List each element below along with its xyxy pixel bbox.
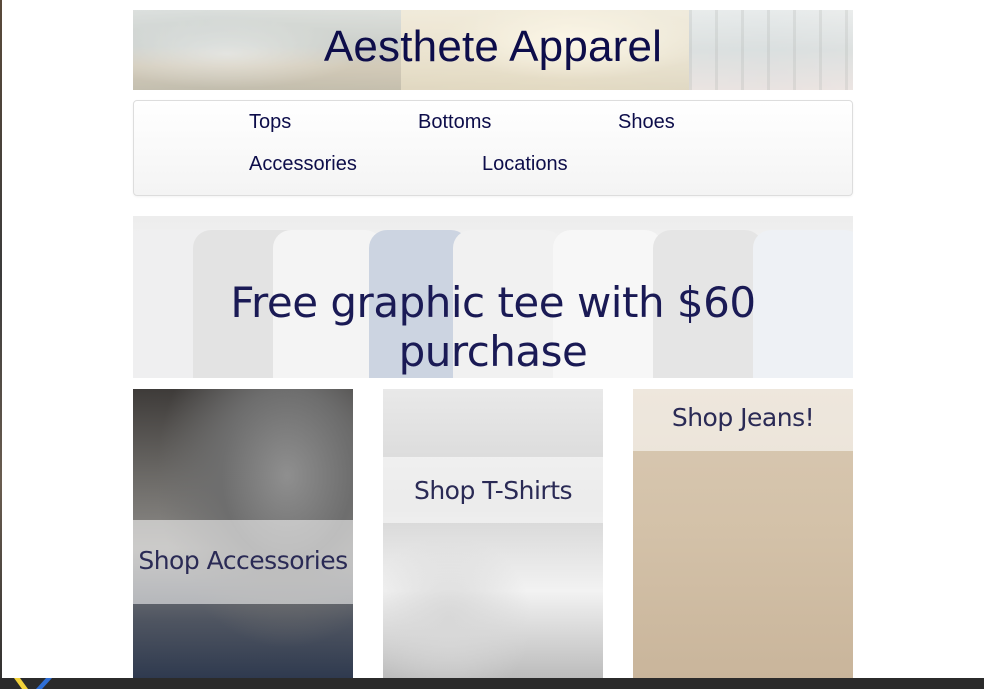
window-left-edge bbox=[0, 0, 2, 689]
tile-shop-accessories[interactable]: Shop Accessories bbox=[133, 389, 353, 678]
nav-item-accessories[interactable]: Accessories bbox=[249, 153, 357, 176]
tile-label-jeans: Shop Jeans! bbox=[671, 403, 815, 432]
promo-banner[interactable]: Free graphic tee with $60 purchase bbox=[133, 216, 853, 378]
tile-shop-tshirts[interactable]: Shop T-Shirts bbox=[383, 389, 603, 678]
site-title[interactable]: Aesthete Apparel bbox=[133, 22, 853, 72]
nav-item-tops[interactable]: Tops bbox=[249, 111, 291, 134]
nav-item-locations[interactable]: Locations bbox=[482, 153, 568, 176]
tile-shop-jeans[interactable]: Shop Jeans! bbox=[633, 389, 853, 678]
nav-item-shoes[interactable]: Shoes bbox=[618, 111, 675, 134]
app-logo-icon bbox=[14, 678, 52, 689]
tile-label-accessories: Shop Accessories bbox=[138, 546, 348, 575]
header-banner: Aesthete Apparel bbox=[133, 10, 853, 90]
nav-item-bottoms[interactable]: Bottoms bbox=[418, 111, 491, 134]
main-navigation: Tops Bottoms Shoes Accessories Locations bbox=[133, 100, 853, 196]
promo-text: Free graphic tee with $60 purchase bbox=[230, 278, 756, 376]
taskbar bbox=[0, 678, 984, 689]
tile-label-tshirts: Shop T-Shirts bbox=[413, 476, 573, 505]
